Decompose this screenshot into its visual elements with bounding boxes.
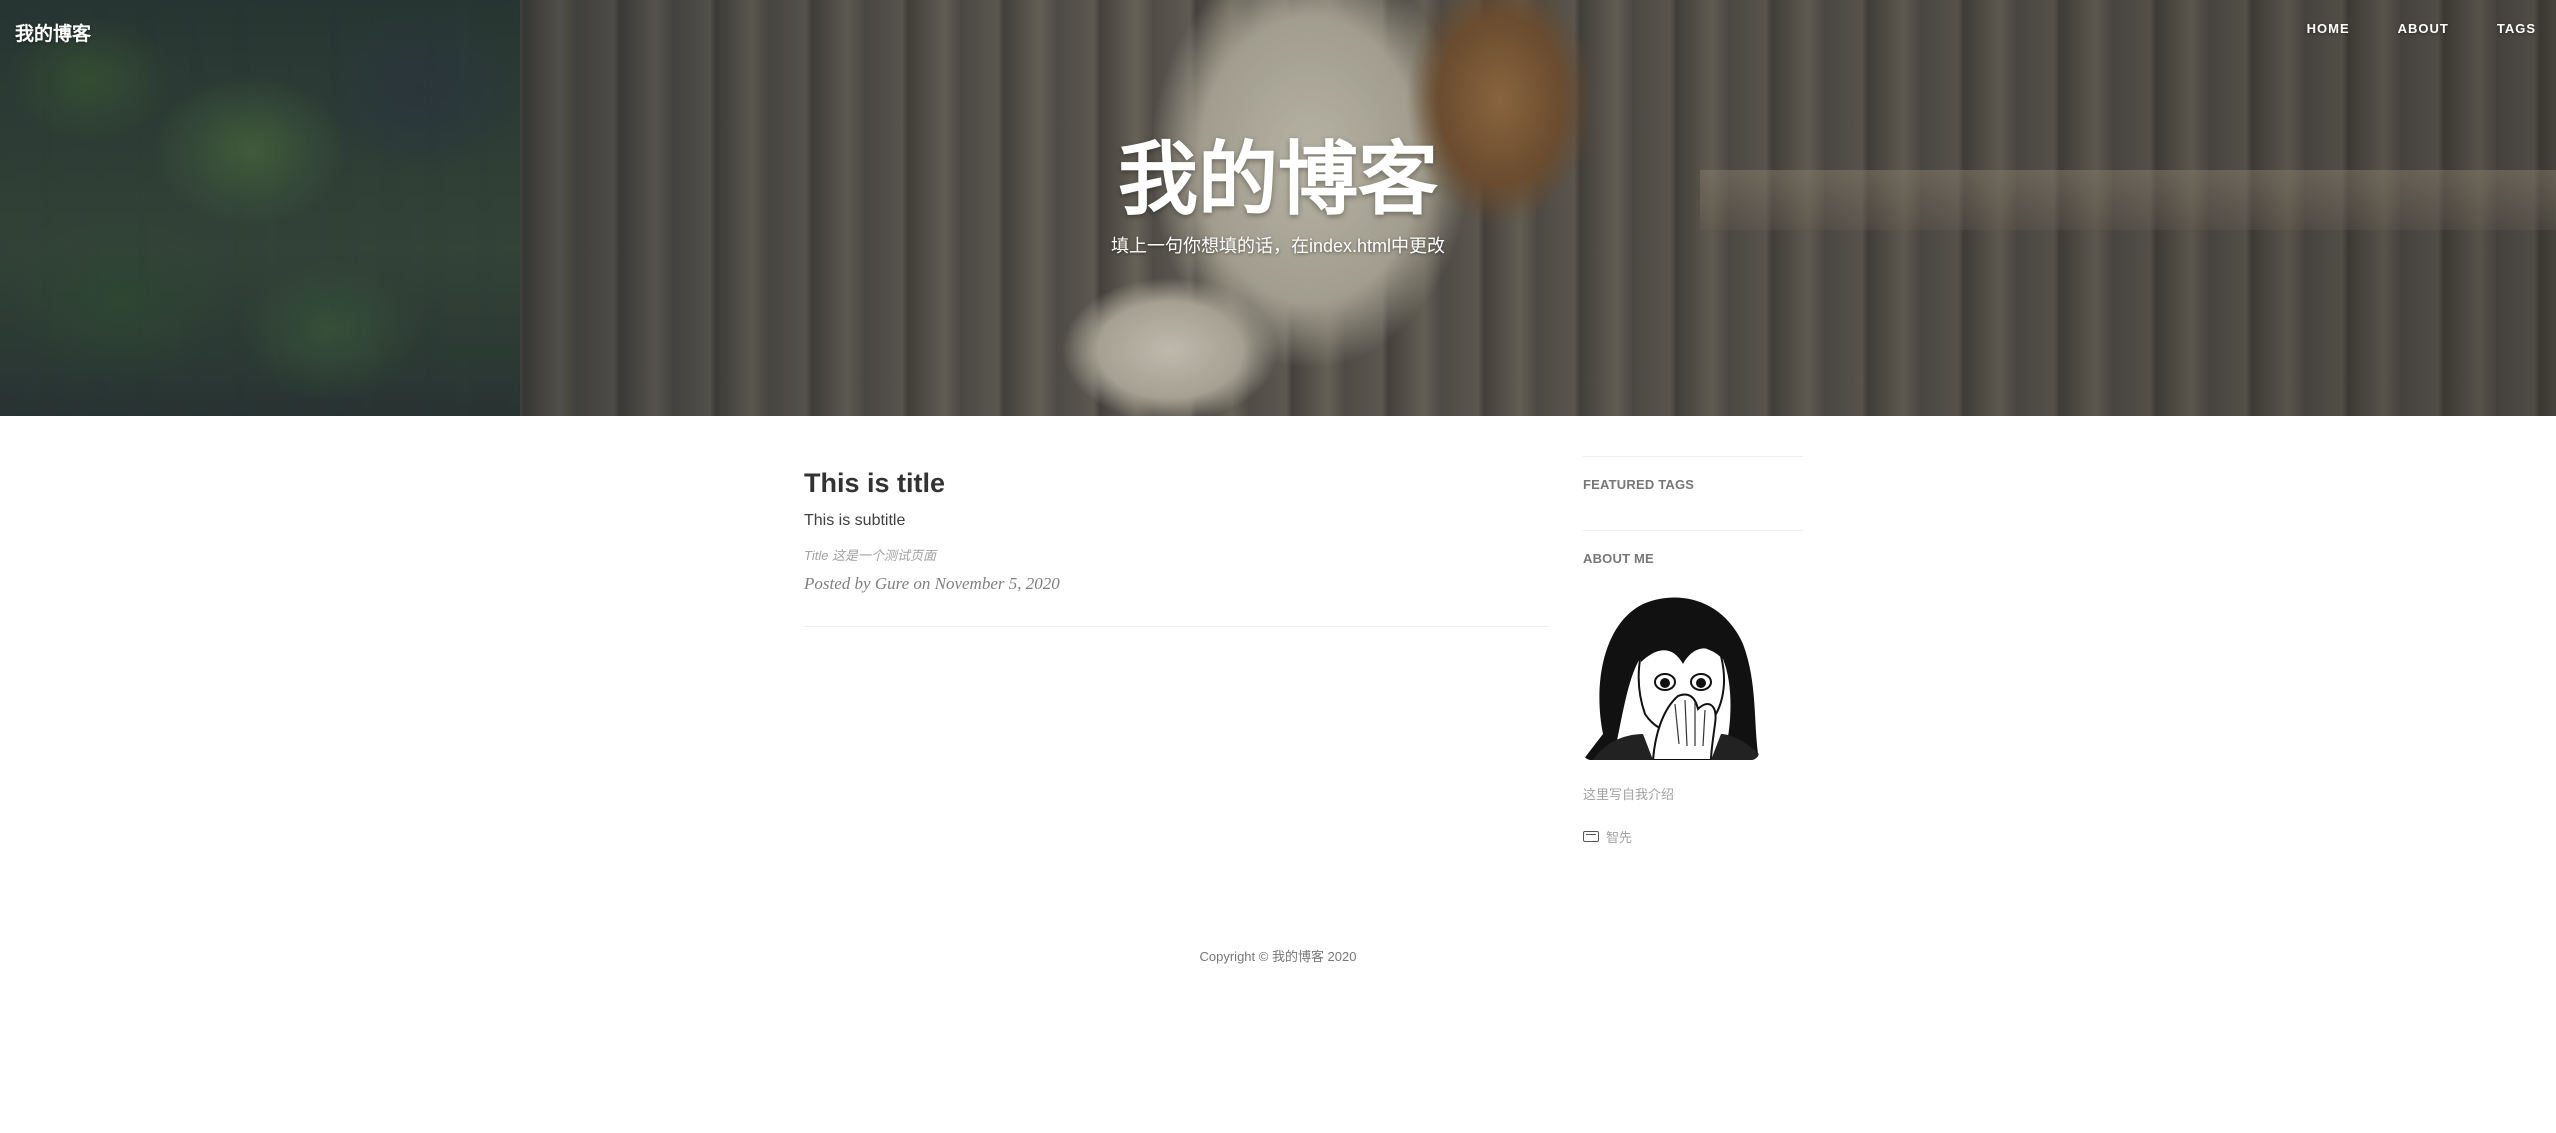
post-meta: Posted by Gure on November 5, 2020 xyxy=(804,574,1060,593)
contact-link[interactable]: 智先 xyxy=(1583,827,1803,846)
nav-link-home[interactable]: HOME xyxy=(2287,19,2370,38)
post-divider xyxy=(804,626,1549,627)
sidebar-divider xyxy=(1583,530,1803,531)
envelope-icon xyxy=(1583,831,1599,842)
nav-link-about[interactable]: ABOUT xyxy=(2378,19,2469,38)
about-me-title: ABOUT ME xyxy=(1583,551,1654,566)
post-subtitle[interactable]: This is subtitle xyxy=(804,512,1549,530)
contact-label[interactable]: 智先 xyxy=(1606,827,1632,846)
navbar-links: HOME ABOUT TAGS xyxy=(2279,19,2556,38)
featured-tags-title: FEATURED TAGS xyxy=(1583,477,1695,492)
navbar: 我的博客 HOME ABOUT TAGS xyxy=(0,0,2556,60)
nav-link-tags[interactable]: TAGS xyxy=(2477,19,2556,38)
sidebar: FEATURED TAGS ABOUT ME 这里写自我介绍 智先 xyxy=(1583,456,1803,846)
footer: Copyright © 我的博客 2020 xyxy=(0,946,2556,965)
sidebar-divider xyxy=(1583,456,1803,457)
site-title: 我的博客 xyxy=(1118,135,1438,224)
copyright-text: Copyright © 我的博客 2020 xyxy=(1199,949,1357,964)
post-preview[interactable]: This is title This is subtitle Title 这是一… xyxy=(804,468,1549,627)
site-heading: 我的博客 填上一句你想填的话，在index.html中更改 xyxy=(0,140,2556,258)
post-title[interactable]: This is title xyxy=(804,468,1549,499)
about-me-text: 这里写自我介绍 xyxy=(1583,787,1675,802)
post-tags: Title 这是一个测试页面 xyxy=(804,548,937,563)
navbar-brand[interactable]: 我的博客 xyxy=(15,19,91,46)
site-subtitle: 填上一句你想填的话，在index.html中更改 xyxy=(1110,236,1446,256)
avatar xyxy=(1583,584,1759,760)
header-hero: 我的博客 填上一句你想填的话，在index.html中更改 xyxy=(0,0,2556,416)
